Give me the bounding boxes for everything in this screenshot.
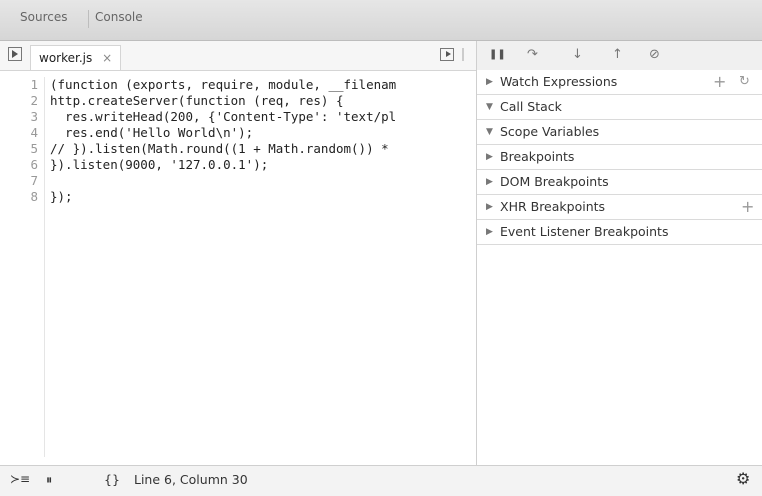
line-number[interactable]: 4 (0, 125, 38, 141)
section-label: Event Listener Breakpoints (500, 224, 669, 239)
line-text: }).listen(9000, '127.0.0.1'); (50, 157, 269, 172)
section-label: Breakpoints (500, 149, 575, 164)
code-line: 2 http.createServer(function (req, res) { (0, 93, 476, 109)
debugger-sidebar-toggle-icon[interactable] (440, 48, 454, 61)
code-line: 1 (function (exports, require, module, __… (0, 77, 476, 93)
tab-divider (88, 10, 89, 28)
line-number[interactable]: 7 (0, 173, 38, 189)
tab-sources[interactable]: Sources (20, 10, 67, 24)
expanded-triangle-icon: ▼ (486, 102, 493, 112)
collapsed-triangle-icon: ▶ (486, 177, 493, 187)
file-tab-bar: worker.js × (0, 41, 476, 71)
line-text: http.createServer(function (req, res) { (50, 93, 344, 108)
section-label: Watch Expressions (500, 74, 618, 89)
section-breakpoints[interactable]: ▶ Breakpoints (477, 145, 762, 170)
step-out-icon[interactable]: ↑ (612, 47, 623, 63)
section-label: Scope Variables (500, 124, 600, 139)
panel-tab-strip: Sources Console (0, 0, 762, 41)
pretty-print-icon[interactable]: {} (104, 472, 120, 487)
code-line: 3 res.writeHead(200, {'Content-Type': 't… (0, 109, 476, 125)
line-text: }); (50, 189, 73, 204)
console-drawer-icon[interactable]: ≻≡ (10, 472, 30, 486)
section-call-stack[interactable]: ▼ Call Stack (477, 95, 762, 120)
settings-gear-icon[interactable]: ⚙ (736, 469, 750, 488)
section-event-listener-breakpoints[interactable]: ▶ Event Listener Breakpoints (477, 220, 762, 245)
code-area[interactable]: 1 (function (exports, require, module, __… (0, 77, 476, 457)
file-tab-label: worker.js (39, 51, 93, 65)
section-label: DOM Breakpoints (500, 174, 609, 189)
pause-icon[interactable]: ❚❚ (489, 47, 506, 63)
source-editor-pane: worker.js × 1 (function (exports, require… (0, 41, 477, 465)
line-text: (function (exports, require, module, __f… (50, 77, 397, 92)
line-number[interactable]: 8 (0, 189, 38, 205)
add-xhr-breakpoint-icon[interactable]: + (741, 195, 754, 219)
tab-console[interactable]: Console (95, 10, 143, 24)
deactivate-breakpoints-icon[interactable]: ⊘ (649, 47, 660, 63)
file-tab-worker-js[interactable]: worker.js × (30, 45, 122, 70)
section-xhr-breakpoints[interactable]: ▶ XHR Breakpoints + (477, 195, 762, 220)
collapsed-triangle-icon: ▶ (486, 227, 493, 237)
code-line: 7 (0, 173, 476, 189)
close-icon[interactable]: × (102, 51, 112, 65)
cursor-position: Line 6, Column 30 (134, 472, 248, 487)
debugger-sidebar: ❚❚ ↷ ↓ ↑ ⊘ ▶ Watch Expressions + ↻ ▼ Cal… (477, 41, 762, 465)
pause-on-exceptions-icon[interactable]: ⏸ (46, 472, 52, 488)
line-text: // }).listen(Math.round((1 + Math.random… (50, 141, 389, 156)
line-text: res.writeHead(200, {'Content-Type': 'tex… (50, 109, 397, 124)
line-number[interactable]: 5 (0, 141, 38, 157)
debugger-sections: ▶ Watch Expressions + ↻ ▼ Call Stack ▼ S… (477, 70, 762, 245)
step-into-icon[interactable]: ↓ (572, 47, 583, 63)
debugger-toolbar: ❚❚ ↷ ↓ ↑ ⊘ (477, 41, 762, 71)
code-line: 6 }).listen(9000, '127.0.0.1'); (0, 157, 476, 173)
pane-divider-icon (462, 48, 464, 61)
navigator-toggle-icon[interactable] (8, 47, 22, 61)
step-over-icon[interactable]: ↷ (527, 47, 538, 63)
line-number[interactable]: 2 (0, 93, 38, 109)
collapsed-triangle-icon: ▶ (486, 202, 493, 212)
code-line: 5 // }).listen(Math.round((1 + Math.rando… (0, 141, 476, 157)
line-text: res.end('Hello World\n'); (50, 125, 254, 140)
collapsed-triangle-icon: ▶ (486, 77, 493, 87)
section-label: XHR Breakpoints (500, 199, 606, 214)
expanded-triangle-icon: ▼ (486, 127, 493, 137)
add-watch-icon[interactable]: + (713, 70, 726, 94)
line-number[interactable]: 1 (0, 77, 38, 93)
line-number[interactable]: 6 (0, 157, 38, 173)
code-line: 8}); (0, 189, 476, 205)
collapsed-triangle-icon: ▶ (486, 152, 493, 162)
code-line: 4 res.end('Hello World\n'); (0, 125, 476, 141)
status-bar: ≻≡ ⏸ {} Line 6, Column 30 ⚙ (0, 465, 762, 496)
refresh-icon[interactable]: ↻ (739, 70, 750, 94)
section-label: Call Stack (500, 99, 562, 114)
section-scope-variables[interactable]: ▼ Scope Variables (477, 120, 762, 145)
section-watch-expressions[interactable]: ▶ Watch Expressions + ↻ (477, 70, 762, 95)
section-dom-breakpoints[interactable]: ▶ DOM Breakpoints (477, 170, 762, 195)
line-number[interactable]: 3 (0, 109, 38, 125)
